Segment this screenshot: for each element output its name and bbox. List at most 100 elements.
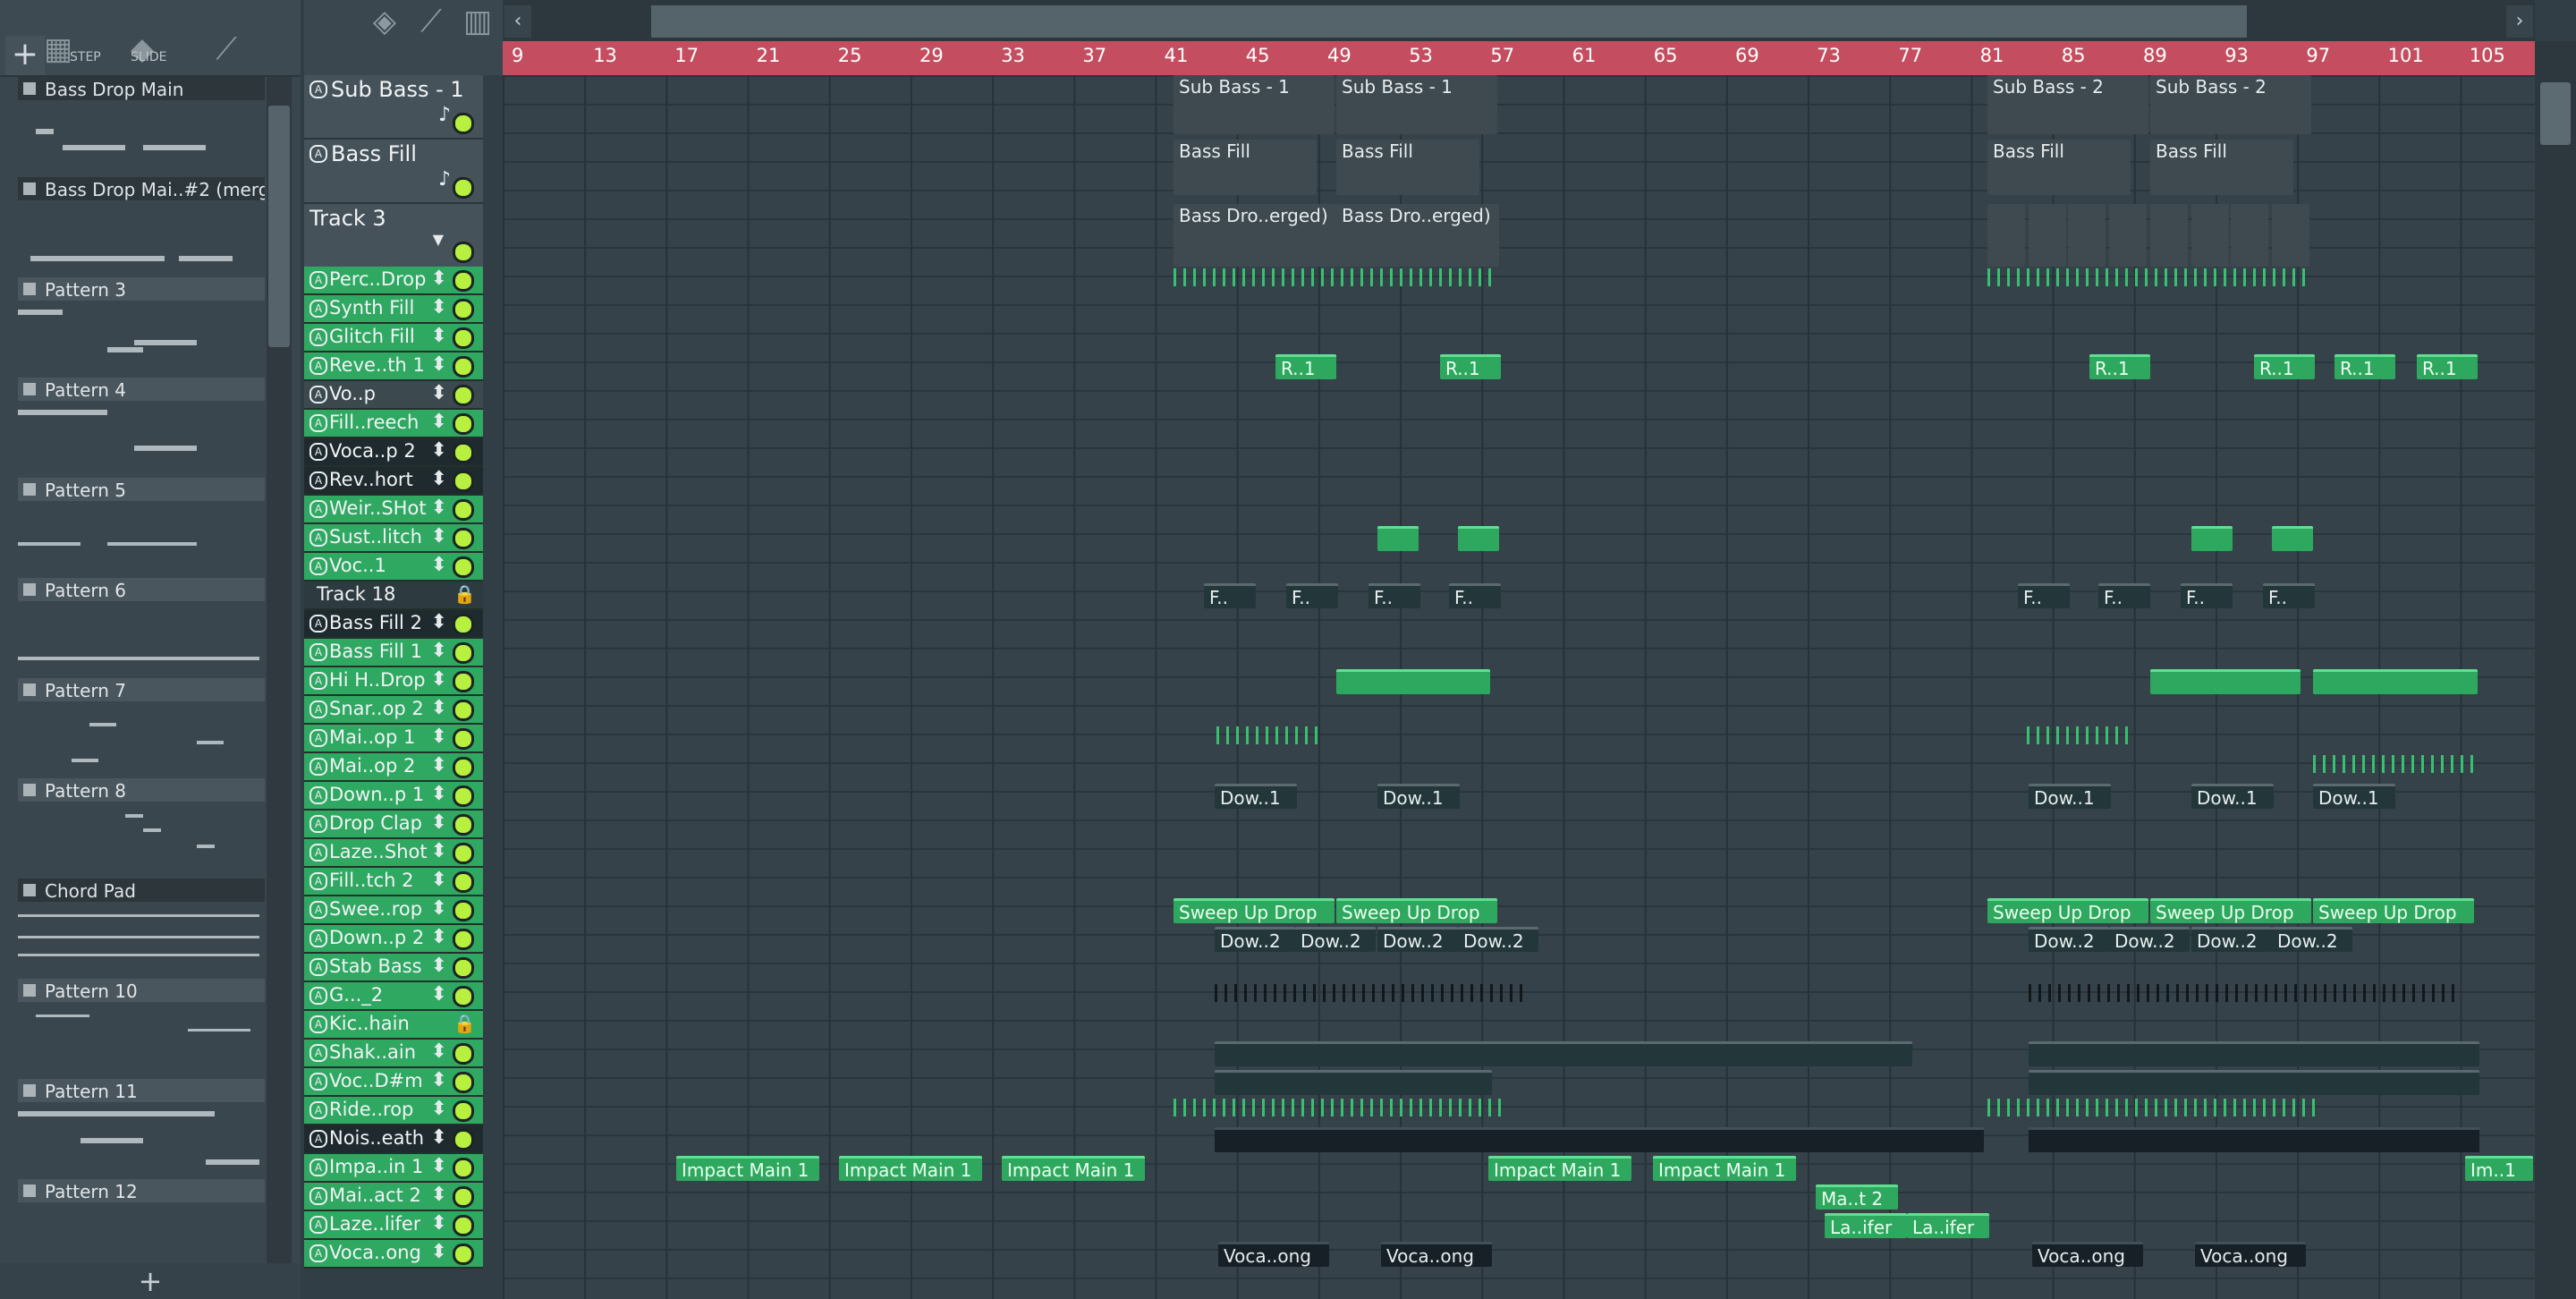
track-header[interactable]: A Weir..SHot ⬍	[304, 496, 483, 524]
playlist-clip[interactable]: Dow..1	[2191, 784, 2274, 809]
track-mute-led[interactable]	[453, 1072, 474, 1093]
mixer-route-icon[interactable]: ⬍	[431, 897, 447, 920]
playlist-grid[interactable]: Sub Bass - 1 Sub Bass - 1 Sub Bass - 2 Sub …	[503, 75, 2535, 1299]
track-mute-led[interactable]	[453, 242, 474, 263]
playlist-clip[interactable]: F..	[1286, 583, 1338, 608]
track-header[interactable]: A Ride..rop ⬍	[304, 1097, 483, 1125]
pattern-item[interactable]: Pattern 6	[18, 578, 265, 678]
playlist-clip[interactable]: Impact Main 1	[676, 1156, 819, 1181]
automation-icon[interactable]: ⟋	[413, 4, 449, 39]
playlist-clip[interactable]	[2029, 1127, 2479, 1152]
playlist-clip[interactable]: R..1	[2089, 354, 2150, 379]
picker-scroll-thumb[interactable]	[268, 106, 290, 347]
track-mute-led[interactable]	[453, 671, 474, 692]
track-header[interactable]: A Perc..Drop ⬍	[304, 267, 483, 295]
add-track-button[interactable]: +	[5, 36, 45, 75]
mixer-route-icon[interactable]: ⬍	[431, 840, 447, 862]
mixer-route-icon[interactable]: ⬍	[431, 325, 447, 347]
playlist-clip[interactable]: Dow..1	[1377, 784, 1460, 809]
overview-window[interactable]	[651, 5, 2247, 38]
mixer-route-icon[interactable]: ⬍	[431, 726, 447, 748]
audio-icon[interactable]: ◈	[367, 4, 402, 39]
track-header[interactable]: A Snar..op 2 ⬍	[304, 696, 483, 725]
playlist-clip[interactable]	[1215, 1127, 1984, 1152]
playlist-clip[interactable]: Dow..1	[1215, 784, 1297, 809]
track-header[interactable]: A Mai..op 2 ⬍	[304, 753, 483, 782]
playlist-clip[interactable]: Impact Main 1	[1002, 1156, 1145, 1181]
track-mute-led[interactable]	[453, 900, 474, 921]
track-header[interactable]: A Fill..tch 2 ⬍	[304, 868, 483, 896]
mixer-route-icon[interactable]: ⬍	[431, 1040, 447, 1063]
mixer-route-icon[interactable]: ⬍	[431, 869, 447, 891]
playlist-clip[interactable]: Sweep Up Drop	[1987, 898, 2148, 923]
track-header[interactable]: A Shak..ain ⬍	[304, 1040, 483, 1068]
track-mute-led[interactable]	[453, 442, 474, 463]
playlist-clip[interactable]: Sub Bass - 1	[1174, 75, 1335, 134]
playlist-clip[interactable]: Dow..2	[1458, 927, 1538, 952]
pattern-item[interactable]: Pattern 5	[18, 478, 265, 578]
track-header[interactable]: A Bass Fill ♪	[304, 140, 483, 204]
track-mute-led[interactable]	[453, 1186, 474, 1208]
track-header[interactable]: A Synth Fill ⬍	[304, 295, 483, 324]
playlist-clip[interactable]	[2191, 526, 2233, 551]
playlist-clip[interactable]: Dow..2	[2029, 927, 2109, 952]
mixer-route-icon[interactable]: ⬍	[431, 697, 447, 719]
track-header[interactable]: Track 3 ▼	[304, 204, 483, 268]
mixer-route-icon[interactable]: ⬍	[431, 1155, 447, 1177]
timeline-ruler[interactable]: 9 13 17 21 25 29 33 37 41 45 49 53 57 61 65 69 73 77 81 85 8…	[503, 41, 2535, 75]
mixer-route-icon[interactable]: ⬍	[431, 811, 447, 834]
pattern-item[interactable]: Pattern 11	[18, 1079, 265, 1179]
playlist-clip[interactable]: Voca..ong	[1218, 1242, 1329, 1267]
playlist-clip[interactable]: Voca..ong	[2195, 1242, 2306, 1267]
track-mute-led[interactable]	[453, 614, 474, 635]
playlist-clip[interactable]: R..1	[2254, 354, 2315, 379]
playlist-clip[interactable]: F..	[1449, 583, 1501, 608]
playlist-clip[interactable]: Sweep Up Drop	[2150, 898, 2311, 923]
mixer-route-icon[interactable]: ⬍	[431, 754, 447, 777]
vertical-scroll-thumb[interactable]	[2540, 82, 2571, 145]
track-header[interactable]: A Stab Bass ⬍	[304, 954, 483, 982]
playlist-clip[interactable]: F..	[1204, 583, 1256, 608]
playlist-clip[interactable]: La..ifer	[1825, 1213, 1907, 1238]
automation-view-icon[interactable]: ⟋	[204, 27, 249, 72]
playlist-clip[interactable]: F..	[1368, 583, 1420, 608]
playlist-clip[interactable]: R..1	[2334, 354, 2395, 379]
playlist-clip[interactable]	[2029, 1041, 2479, 1066]
playlist-clip[interactable]: La..ifer	[1907, 1213, 1989, 1238]
track-mute-led[interactable]	[453, 113, 474, 134]
mixer-route-icon[interactable]: ⬍	[431, 783, 447, 805]
track-mute-led[interactable]	[453, 471, 474, 492]
playlist-clip[interactable]	[1987, 204, 2025, 267]
playlist-clip[interactable]	[2272, 526, 2313, 551]
mixer-route-icon[interactable]: ⬍	[431, 1098, 447, 1120]
track-mute-led[interactable]	[453, 1043, 474, 1065]
add-pattern-button[interactable]: +	[0, 1263, 301, 1299]
track-header[interactable]: A Kic..hain 🔒	[304, 1011, 483, 1040]
playlist-clip[interactable]: Bass Fill	[2150, 140, 2293, 195]
track-mute-led[interactable]	[453, 356, 474, 378]
playlist-clip[interactable]	[2191, 204, 2229, 267]
track-mute-led[interactable]	[453, 528, 474, 549]
mixer-route-icon[interactable]: ⬍	[431, 382, 447, 404]
track-header[interactable]: A Laze..Shot ⬍	[304, 839, 483, 868]
track-mute-led[interactable]	[453, 814, 474, 836]
pattern-item[interactable]: Bass Drop Mai..#2 (merged)	[18, 177, 265, 277]
playlist-clip[interactable]: Im..1	[2465, 1156, 2533, 1181]
mixer-route-icon[interactable]: ⬍	[431, 439, 447, 462]
mixer-route-icon[interactable]: ⬍	[431, 353, 447, 376]
mixer-route-icon[interactable]: ⬍	[431, 468, 447, 490]
mixer-route-icon[interactable]: ⬍	[431, 611, 447, 633]
playlist-clip[interactable]	[2109, 204, 2147, 267]
playlist-clip[interactable]: Dow..2	[2191, 927, 2272, 952]
track-header[interactable]: A Down..p 2 ⬍	[304, 925, 483, 954]
track-mute-led[interactable]	[453, 1158, 474, 1179]
pattern-item[interactable]: Bass Drop Main	[18, 77, 265, 177]
track-header[interactable]: A Mai..act 2 ⬍	[304, 1183, 483, 1211]
mixer-route-icon[interactable]: ⬍	[431, 926, 447, 948]
track-mute-led[interactable]	[453, 785, 474, 807]
playlist-clip[interactable]: Bass Fill	[1174, 140, 1317, 195]
pattern-item[interactable]: Pattern 7	[18, 678, 265, 778]
playlist-clip[interactable]: Dow..2	[1295, 927, 1376, 952]
mixer-route-icon[interactable]: ⬍	[431, 267, 447, 290]
track-header[interactable]: A Bass Fill 2 ⬍	[304, 610, 483, 639]
